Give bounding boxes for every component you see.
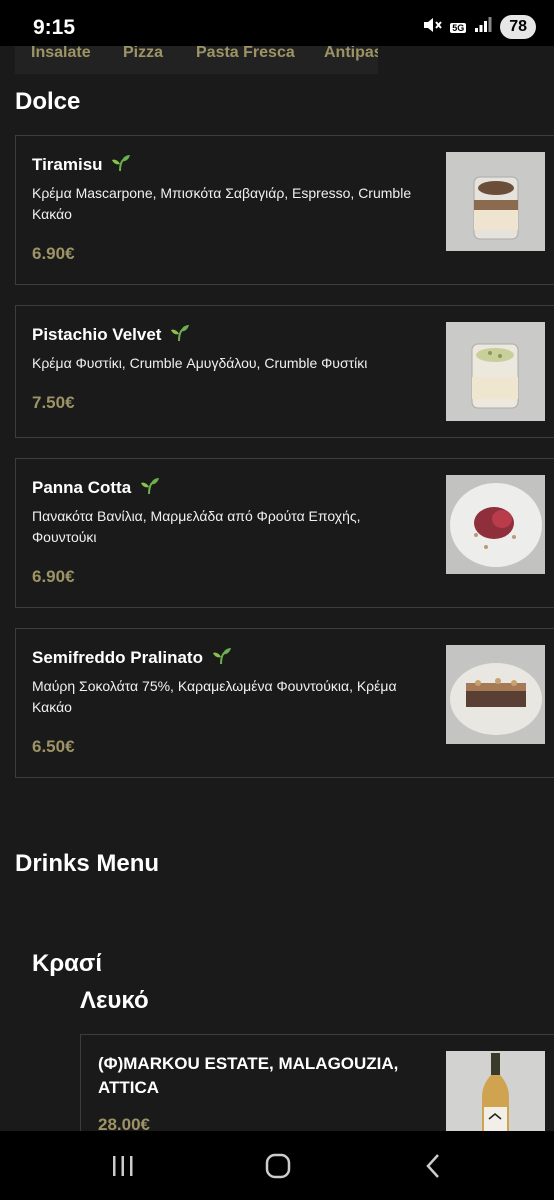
menu-item-name: Semifreddo Pralinato bbox=[32, 648, 203, 667]
menu-item-description: Πανακότα Βανίλια, Μαρμελάδα από Φρούτα Ε… bbox=[32, 508, 361, 545]
mute-icon bbox=[422, 16, 442, 39]
pistachio-velvet-image bbox=[446, 322, 545, 421]
menu-item-name: Pistachio Velvet bbox=[32, 325, 162, 344]
menu-item-title: Tiramisu bbox=[32, 154, 131, 177]
menu-item-title: Panna Cotta bbox=[32, 477, 160, 500]
signal-icon bbox=[474, 16, 492, 38]
back-icon bbox=[426, 1154, 439, 1178]
white-wine-subtitle: Λευκό bbox=[80, 987, 149, 1014]
menu-item-name: Panna Cotta bbox=[32, 478, 132, 497]
drink-item-name: (Φ)MARKOU ESTATE, MALAGOUZIA, ATTICA bbox=[98, 1054, 399, 1097]
menu-item-card[interactable]: Panna Cotta Πανακότα Βανίλια, Μαρμελάδα … bbox=[15, 458, 554, 608]
status-icons: 5G 78 bbox=[422, 15, 536, 39]
back-button[interactable] bbox=[413, 1151, 453, 1181]
menu-item-description: Κρέμα Φυστίκι, Crumble Αμυγδάλου, Crumbl… bbox=[32, 355, 368, 371]
menu-item-card[interactable]: Pistachio Velvet Κρέμα Φυστίκι, Crumble … bbox=[15, 305, 554, 438]
wine-category-title: Κρασί bbox=[32, 950, 103, 977]
status-bar: 9:15 5G 78 bbox=[0, 0, 554, 46]
menu-item-title: Semifreddo Pralinato bbox=[32, 647, 232, 670]
sprout-icon bbox=[170, 324, 190, 347]
status-time: 9:15 bbox=[33, 16, 76, 39]
battery-indicator: 78 bbox=[500, 15, 536, 39]
menu-item-price: 6.50€ bbox=[32, 737, 75, 756]
recent-apps-button[interactable] bbox=[103, 1151, 143, 1181]
menu-item-card[interactable]: Semifreddo Pralinato Μαύρη Σοκολάτα 75%,… bbox=[15, 628, 554, 778]
tiramisu-image bbox=[446, 152, 545, 251]
home-icon bbox=[265, 1153, 291, 1179]
tab-pasta-fresca[interactable]: Pasta Fresca bbox=[196, 44, 295, 62]
tab-insalate[interactable]: Insalate bbox=[31, 44, 91, 62]
menu-item-title: Pistachio Velvet bbox=[32, 324, 190, 347]
menu-item-card[interactable]: Tiramisu Κρέμα Mascarpone, Μπισκότα Σαβα… bbox=[15, 135, 554, 285]
menu-item-price: 6.90€ bbox=[32, 244, 75, 263]
sprout-icon bbox=[111, 154, 131, 177]
menu-item-description: Κρέμα Mascarpone, Μπισκότα Σαβαγιάρ, Esp… bbox=[32, 185, 412, 222]
sprout-icon bbox=[140, 477, 160, 500]
system-nav-bar bbox=[0, 1131, 554, 1200]
menu-item-price: 6.90€ bbox=[32, 567, 75, 586]
sprout-icon bbox=[212, 647, 232, 670]
menu-item-description: Μαύρη Σοκολάτα 75%, Καραμελωμένα Φουντού… bbox=[32, 678, 397, 715]
section-title: Dolce bbox=[15, 88, 81, 115]
network-icon: 5G bbox=[450, 18, 467, 36]
menu-item-price: 7.50€ bbox=[32, 393, 75, 412]
panna-cotta-image bbox=[446, 475, 545, 574]
drinks-menu-title: Drinks Menu bbox=[15, 850, 160, 877]
recent-apps-icon bbox=[113, 1156, 133, 1176]
semifreddo-image bbox=[446, 645, 545, 744]
menu-item-name: Tiramisu bbox=[32, 155, 103, 174]
network-label: 5G bbox=[450, 23, 467, 33]
tab-pizza[interactable]: Pizza bbox=[123, 44, 163, 62]
home-button[interactable] bbox=[258, 1151, 298, 1181]
screen: 9:15 5G 78 Insalate Pizza Pasta Fresca A… bbox=[0, 0, 554, 1200]
tab-antipasti[interactable]: Antipas bbox=[324, 44, 378, 62]
